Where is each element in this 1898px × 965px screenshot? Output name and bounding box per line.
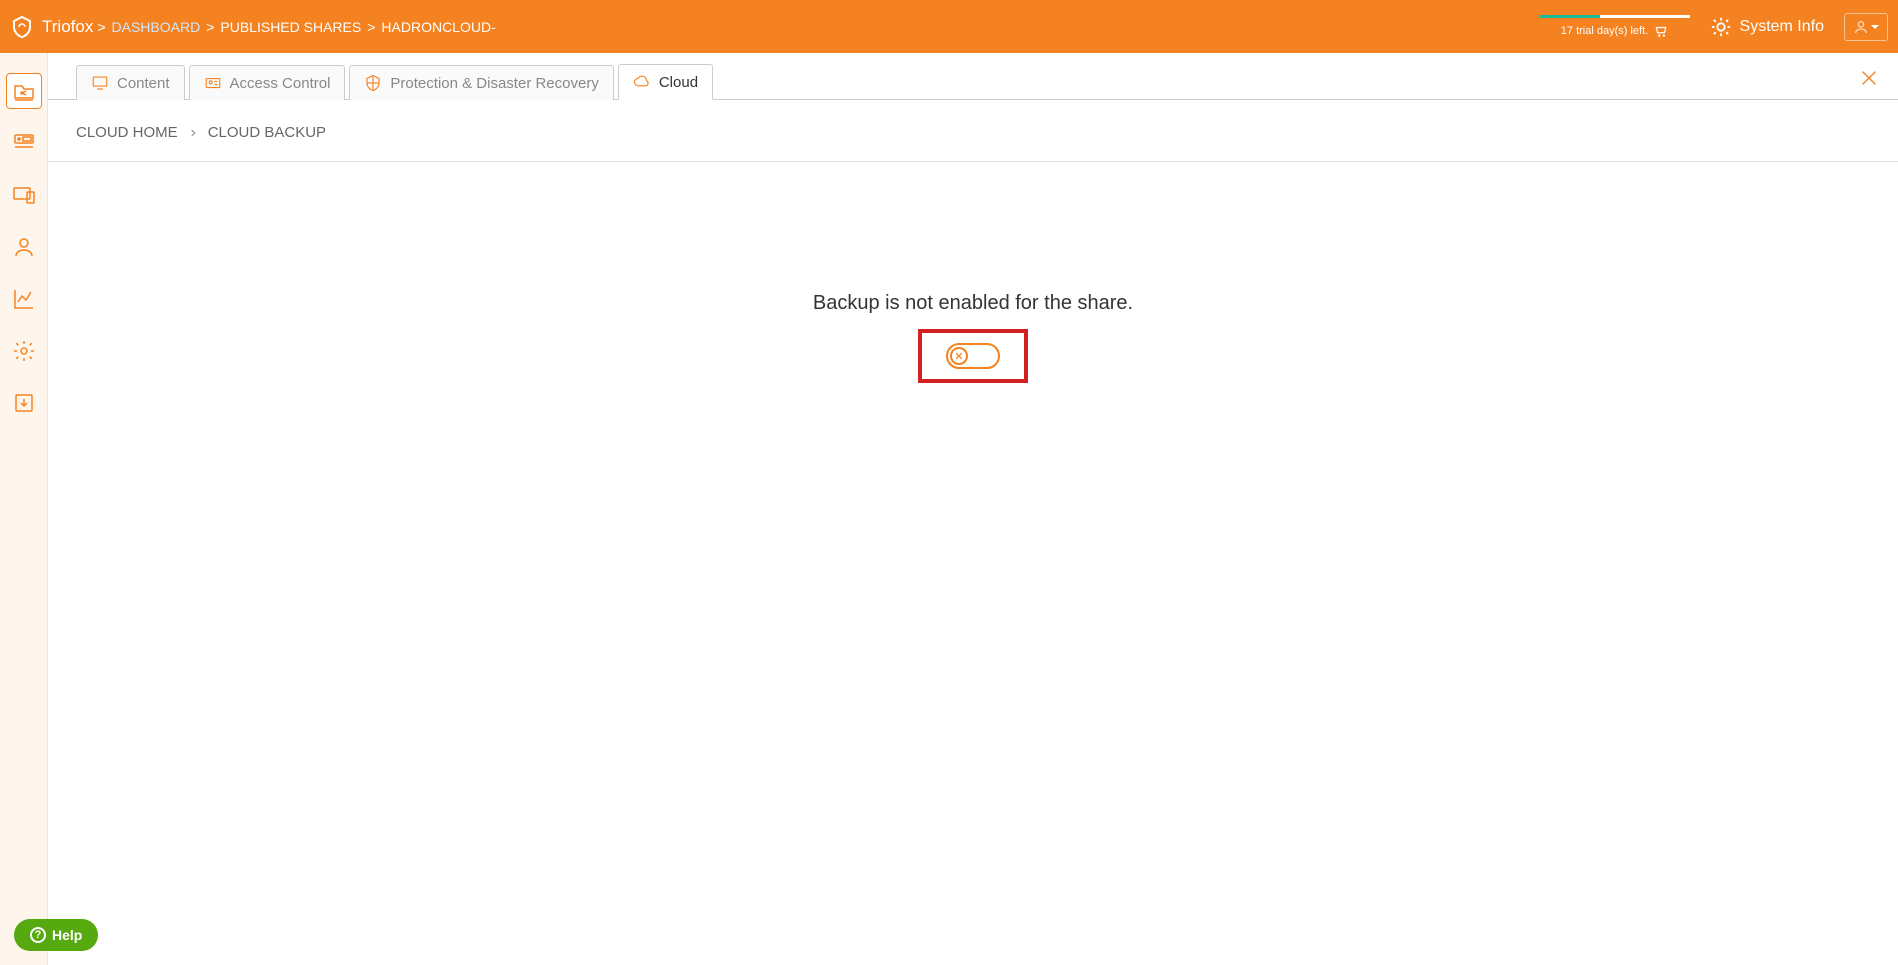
cart-icon[interactable] <box>1654 24 1668 38</box>
breadcrumb-sep: > <box>206 19 214 35</box>
sidebar <box>0 53 48 965</box>
sidebar-item-servers[interactable] <box>6 125 42 161</box>
id-card-icon <box>204 74 222 92</box>
main: Content Access Control Protection & Disa… <box>48 53 1898 965</box>
cloud-backup-crumb[interactable]: CLOUD BACKUP <box>208 124 326 141</box>
user-icon <box>1853 19 1869 35</box>
header-right: 17 trial day(s) left. System Info <box>1540 13 1888 41</box>
shield-icon <box>364 74 382 92</box>
content-area: Backup is not enabled for the share. <box>48 162 1898 965</box>
sidebar-item-settings[interactable] <box>6 333 42 369</box>
gear-icon <box>1710 16 1732 38</box>
breadcrumb-hadroncloud[interactable]: HADRONCLOUD- <box>381 19 495 35</box>
monitor-icon <box>91 74 109 92</box>
trial-text: 17 trial day(s) left. <box>1561 24 1668 38</box>
tab-content[interactable]: Content <box>76 65 185 100</box>
toggle-highlight <box>918 329 1028 383</box>
help-button[interactable]: ? Help <box>14 919 98 951</box>
tab-label: Cloud <box>659 74 698 91</box>
user-group-icon <box>12 235 36 259</box>
user-menu[interactable] <box>1844 13 1888 41</box>
tabs: Content Access Control Protection & Disa… <box>48 53 1898 100</box>
sidebar-item-reports[interactable] <box>6 281 42 317</box>
brand-name: Triofox <box>42 17 93 37</box>
tab-cloud[interactable]: Cloud <box>618 64 713 100</box>
header-breadcrumb: > DASHBOARD > PUBLISHED SHARES > HADRONC… <box>97 19 495 35</box>
trial-progress: 17 trial day(s) left. <box>1540 15 1690 38</box>
folder-share-icon <box>12 79 36 103</box>
x-icon <box>954 351 964 361</box>
system-info-label: System Info <box>1740 18 1824 36</box>
devices-icon <box>12 183 36 207</box>
toggle-knob <box>950 347 968 365</box>
cloud-breadcrumb: CLOUD HOME CLOUD BACKUP <box>48 100 1898 162</box>
chevron-right-icon <box>188 128 198 138</box>
logo-area: Triofox <box>10 15 93 39</box>
cloud-icon <box>633 73 651 91</box>
gear-icon <box>12 339 36 363</box>
sidebar-item-devices[interactable] <box>6 177 42 213</box>
cloud-home-crumb[interactable]: CLOUD HOME <box>76 124 178 141</box>
tab-access-control[interactable]: Access Control <box>189 65 346 100</box>
sidebar-item-users[interactable] <box>6 229 42 265</box>
server-icon <box>12 131 36 155</box>
breadcrumb-sep: > <box>97 19 105 35</box>
header: Triofox > DASHBOARD > PUBLISHED SHARES >… <box>0 0 1898 53</box>
logo-icon <box>10 15 34 39</box>
tab-protection[interactable]: Protection & Disaster Recovery <box>349 65 613 100</box>
sidebar-item-download[interactable] <box>6 385 42 421</box>
caret-down-icon <box>1871 25 1879 29</box>
backup-status-message: Backup is not enabled for the share. <box>813 292 1133 315</box>
close-icon[interactable] <box>1858 67 1880 89</box>
system-info-button[interactable]: System Info <box>1710 16 1824 38</box>
help-icon: ? <box>30 927 46 943</box>
tab-label: Access Control <box>230 75 331 92</box>
breadcrumb-published-shares[interactable]: PUBLISHED SHARES <box>220 19 361 35</box>
breadcrumb-dashboard[interactable]: DASHBOARD <box>112 19 201 35</box>
tab-label: Content <box>117 75 170 92</box>
sidebar-item-shares[interactable] <box>6 73 42 109</box>
backup-toggle[interactable] <box>946 343 1000 369</box>
tab-label: Protection & Disaster Recovery <box>390 75 598 92</box>
breadcrumb-sep: > <box>367 19 375 35</box>
help-label: Help <box>52 927 82 943</box>
chart-icon <box>12 287 36 311</box>
download-icon <box>12 391 36 415</box>
progress-bar <box>1540 15 1690 18</box>
